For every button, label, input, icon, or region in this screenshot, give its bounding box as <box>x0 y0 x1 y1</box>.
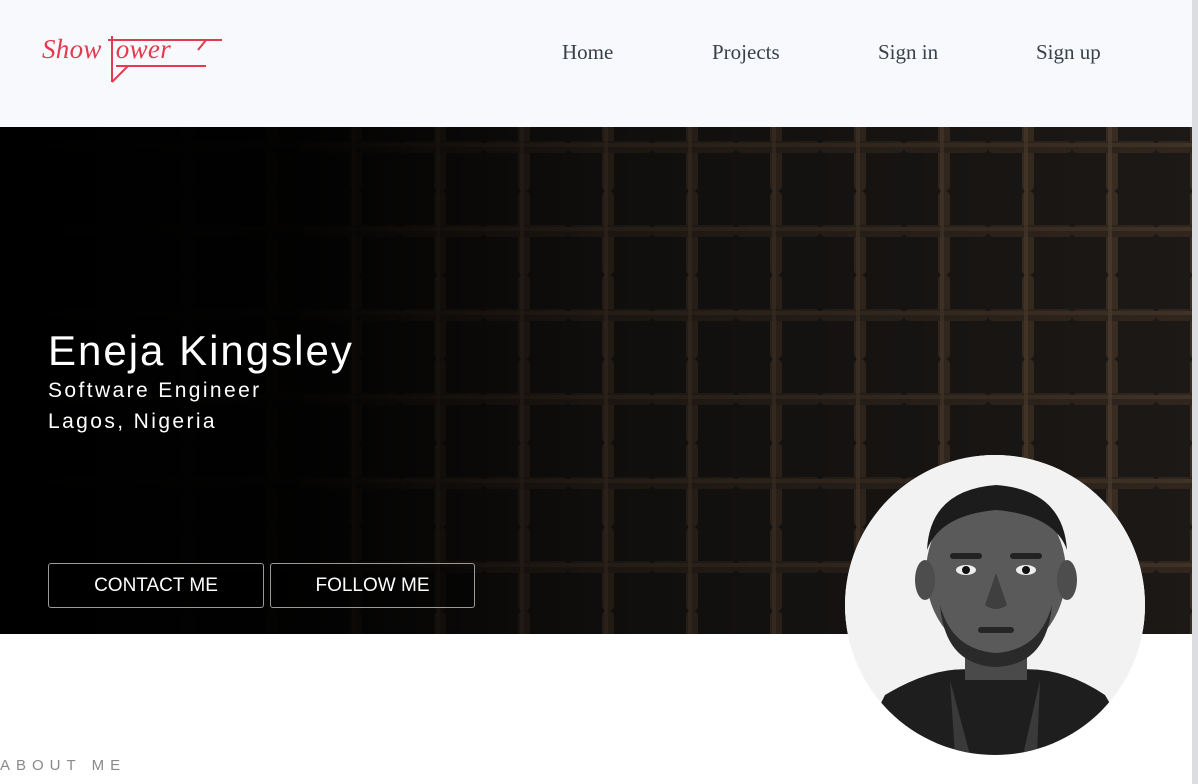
window-scrollbar-edge[interactable] <box>1192 0 1198 784</box>
profile-name: Eneja Kingsley <box>48 327 354 374</box>
person-portrait-icon <box>845 455 1145 755</box>
logo-mark-icon <box>108 36 222 83</box>
profile-job-title: Software Engineer <box>48 379 262 402</box>
follow-me-button[interactable]: FOLLOW ME <box>270 563 475 608</box>
about-me-heading: ABOUT ME <box>0 757 127 774</box>
profile-avatar <box>845 455 1145 755</box>
nav-sign-in[interactable]: Sign in <box>878 40 938 65</box>
nav-projects[interactable]: Projects <box>712 40 780 65</box>
contact-me-button[interactable]: CONTACT ME <box>48 563 264 608</box>
showtower-logo[interactable]: Show ower <box>40 30 230 90</box>
profile-location: Lagos, Nigeria <box>48 410 218 433</box>
nav-sign-up[interactable]: Sign up <box>1036 40 1101 65</box>
top-navbar: Show ower Home Projects Sign in Sign up <box>0 0 1192 127</box>
nav-home[interactable]: Home <box>562 40 613 65</box>
